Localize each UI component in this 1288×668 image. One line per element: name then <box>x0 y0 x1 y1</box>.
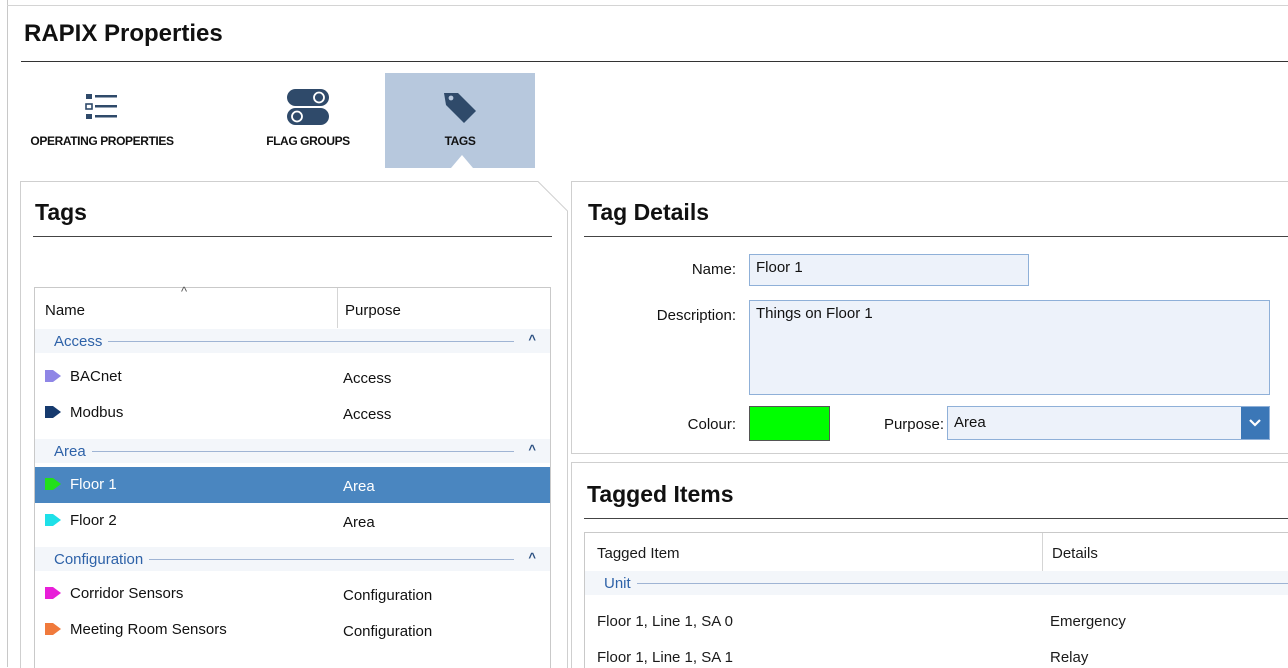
colour-label: Colour: <box>687 416 736 433</box>
tag-icon <box>45 623 61 635</box>
group-label-unit: Unit <box>604 575 637 592</box>
tag-name: Modbus <box>70 404 124 421</box>
column-separator[interactable] <box>1042 533 1043 571</box>
group-header-unit[interactable]: Unit <box>585 571 1288 595</box>
description-label: Description: <box>656 307 736 324</box>
tag-purpose: Access <box>343 406 392 423</box>
table-cell-details: Emergency <box>1050 613 1126 630</box>
tag-purpose: Area <box>343 478 375 495</box>
tab-flag-groups-label: FLAG GROUPS <box>266 134 350 148</box>
panel-corner-cut <box>538 181 568 211</box>
list-item[interactable]: Meeting Room Sensors Configuration <box>35 612 550 648</box>
tag-name: Meeting Room Sensors <box>70 621 227 638</box>
toggle-icon <box>286 87 330 127</box>
chevron-down-icon[interactable] <box>1241 407 1269 439</box>
tag-icon <box>45 370 61 382</box>
tag-purpose: Configuration <box>343 623 433 640</box>
tab-operating-properties[interactable]: OPERATING PROPERTIES <box>21 73 183 168</box>
tab-tags-label: TAGS <box>444 134 476 148</box>
tag-purpose: Configuration <box>343 587 433 604</box>
table-cell-details: Relay <box>1050 649 1089 666</box>
tag-purpose: Access <box>343 370 392 387</box>
list-item[interactable]: Modbus Access <box>35 395 550 431</box>
tagged-items-title-rule <box>584 518 1288 519</box>
description-field[interactable]: Things on Floor 1 <box>749 300 1270 395</box>
tags-list[interactable]: ^ Name Purpose Access ^ BACnet Access Mo… <box>34 284 551 668</box>
tab-flag-groups[interactable]: FLAG GROUPS <box>253 73 363 168</box>
group-divider-line <box>54 451 514 452</box>
group-header-access[interactable]: Access ^ <box>35 329 550 353</box>
group-header-area[interactable]: Area ^ <box>35 439 550 463</box>
tag-name: Floor 1 <box>70 476 117 493</box>
column-header-name[interactable]: Name <box>45 302 85 319</box>
sort-ascending-icon[interactable]: ^ <box>181 284 187 299</box>
list-item[interactable]: Corridor Sensors Configuration <box>35 576 550 612</box>
window-top-border <box>7 5 1288 6</box>
group-label-area: Area <box>54 443 92 460</box>
tag-icon <box>45 514 61 526</box>
properties-toolbar: OPERATING PROPERTIES FLAG GROUPS TAGS <box>21 73 541 168</box>
tab-operating-properties-label: OPERATING PROPERTIES <box>30 134 174 148</box>
tags-title-rule <box>33 236 552 237</box>
rapix-properties-window: RAPIX Properties OPERATING PROPERTIES FL… <box>0 0 1288 668</box>
chevron-up-icon[interactable]: ^ <box>528 332 536 347</box>
tab-tags[interactable]: TAGS <box>385 73 535 168</box>
tags-panel-title: Tags <box>35 199 87 225</box>
tag-icon <box>440 87 480 127</box>
active-tab-pointer <box>451 155 473 168</box>
tag-icon <box>45 478 61 490</box>
tag-name: Corridor Sensors <box>70 585 184 602</box>
list-item-selected[interactable]: Floor 1 Area <box>35 467 550 503</box>
window-left-border <box>7 0 8 667</box>
group-header-configuration[interactable]: Configuration ^ <box>35 547 550 571</box>
tag-details-title-rule <box>584 236 1288 237</box>
group-label-configuration: Configuration <box>54 551 150 568</box>
tag-name: BACnet <box>70 368 122 385</box>
purpose-select-value: Area <box>954 414 986 431</box>
tag-purpose: Area <box>343 514 375 531</box>
name-field[interactable]: Floor 1 <box>749 254 1029 286</box>
colour-picker[interactable] <box>749 406 830 441</box>
group-divider-line <box>604 583 1288 584</box>
table-cell-item[interactable]: Floor 1, Line 1, SA 1 <box>597 649 733 666</box>
list-item[interactable]: BACnet Access <box>35 359 550 395</box>
table-cell-item[interactable]: Floor 1, Line 1, SA 0 <box>597 613 733 630</box>
group-divider-line <box>54 341 514 342</box>
list-icon <box>84 87 120 127</box>
group-label-access: Access <box>54 333 109 350</box>
tag-icon <box>45 406 61 418</box>
title-divider <box>21 61 1288 62</box>
tagged-items-table[interactable]: Tagged Item Details Unit Floor 1, Line 1… <box>584 532 1288 668</box>
column-separator[interactable] <box>337 288 338 328</box>
purpose-label: Purpose: <box>883 416 944 433</box>
tag-name: Floor 2 <box>70 512 117 529</box>
tag-icon <box>45 587 61 599</box>
name-label: Name: <box>691 261 736 278</box>
chevron-up-icon[interactable]: ^ <box>528 550 536 565</box>
purpose-select[interactable]: Area <box>947 406 1270 440</box>
tagged-items-title: Tagged Items <box>587 481 734 507</box>
chevron-up-icon[interactable]: ^ <box>528 442 536 457</box>
tag-details-title: Tag Details <box>588 199 709 225</box>
list-item[interactable]: Floor 2 Area <box>35 503 550 539</box>
column-header-details[interactable]: Details <box>1052 545 1098 562</box>
page-title: RAPIX Properties <box>24 20 223 47</box>
column-header-purpose[interactable]: Purpose <box>345 302 401 319</box>
tags-list-header: ^ Name Purpose <box>35 284 550 328</box>
column-header-tagged-item[interactable]: Tagged Item <box>597 545 680 562</box>
